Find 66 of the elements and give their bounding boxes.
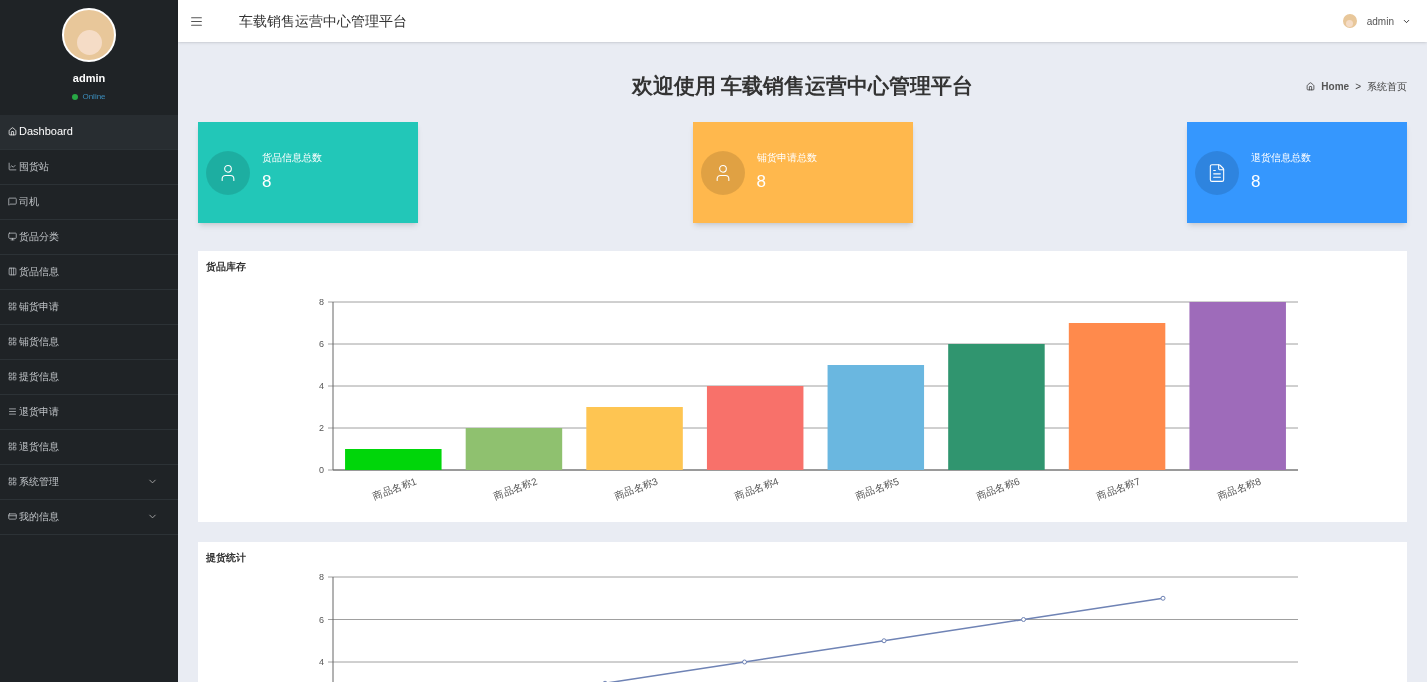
grid-icon (8, 372, 17, 381)
data-point (1021, 617, 1027, 622)
sidebar-item[interactable]: 铺货申请 (0, 289, 178, 325)
stat-label: 退货信息总数 (1251, 151, 1311, 166)
grid-icon (8, 302, 17, 311)
axis-tick-label: 6 (319, 614, 324, 625)
card-icon (8, 512, 17, 521)
data-point (742, 659, 748, 665)
grid-icon (8, 337, 17, 346)
avatar (1340, 12, 1359, 30)
sidebar-item[interactable]: 囤货站 (0, 149, 178, 185)
breadcrumb-item: > (1355, 79, 1361, 94)
user-menu[interactable]: admin (1366, 13, 1394, 29)
sidebar-item[interactable]: 铺货信息 (0, 324, 178, 360)
user-icon (206, 150, 250, 195)
stat-value: 8 (1251, 171, 1262, 194)
stat-value: 8 (756, 171, 767, 194)
sidebar-item[interactable]: 退货申请 (0, 394, 178, 430)
axis-tick-label: 0 (319, 465, 324, 475)
breadcrumb-item[interactable]: Home (1321, 78, 1350, 94)
document-icon (1195, 150, 1239, 195)
axis-tick-label: 8 (319, 297, 324, 307)
grid-icon (8, 442, 17, 451)
message-icon (8, 197, 17, 206)
panel-title: 货品库存 (206, 260, 247, 274)
sidebar-item[interactable]: 我的信息 (0, 499, 178, 535)
data-point (881, 638, 887, 644)
sidebar-item[interactable]: 提货信息 (0, 359, 178, 395)
axis-tick-label: 2 (319, 423, 324, 433)
home-icon (8, 127, 17, 136)
sidebar-item[interactable]: 退货信息 (0, 429, 178, 465)
sidebar-item[interactable]: 系统管理 (0, 464, 178, 500)
axis-category-label: 商品名称2 (492, 475, 539, 502)
sidebar-item[interactable]: 货品分类 (0, 219, 178, 255)
axis-tick-label: 4 (319, 657, 324, 667)
breadcrumb-item: 系统首页 (1367, 79, 1407, 94)
chart-icon (8, 162, 17, 171)
axis-category-label: 商品名称6 (974, 475, 1022, 502)
stat-label: 铺货申请总数 (756, 151, 817, 166)
stat-label: 货品信息总数 (262, 151, 322, 166)
axis-category-label: 商品名称4 (733, 475, 780, 502)
axis-tick-label: 8 (319, 572, 324, 582)
panel-title: 提货统计 (206, 551, 247, 565)
grid-icon (8, 477, 17, 486)
menu-icon[interactable] (190, 14, 203, 28)
stat-value: 8 (262, 171, 273, 194)
sidebar-item[interactable]: Dashboard (0, 114, 178, 150)
axis-tick-label: 4 (319, 381, 324, 391)
sidebar-item[interactable]: 货品信息 (0, 254, 178, 290)
list-icon (8, 407, 17, 416)
page-heading: 欢迎使用 车载销售运营中心管理平台 (631, 73, 974, 100)
avatar (62, 8, 116, 62)
axis-tick-label: 6 (319, 339, 324, 349)
axis-category-label: 商品名称8 (1215, 475, 1263, 502)
axis-category-label: 商品名称7 (1095, 475, 1142, 502)
axis-category-label: 商品名称3 (612, 475, 660, 502)
app-title: 车载销售运营中心管理平台 (239, 11, 407, 31)
home-icon (1306, 81, 1316, 91)
data-point (1160, 595, 1166, 601)
columns-icon (8, 267, 17, 276)
user-status: Online (82, 90, 106, 103)
monitor-icon (8, 232, 17, 241)
sidebar-item[interactable]: 司机 (0, 184, 178, 220)
user-name: admin (72, 71, 106, 86)
axis-category-label: 商品名称5 (853, 475, 901, 502)
axis-category-label: 商品名称1 (371, 475, 418, 502)
